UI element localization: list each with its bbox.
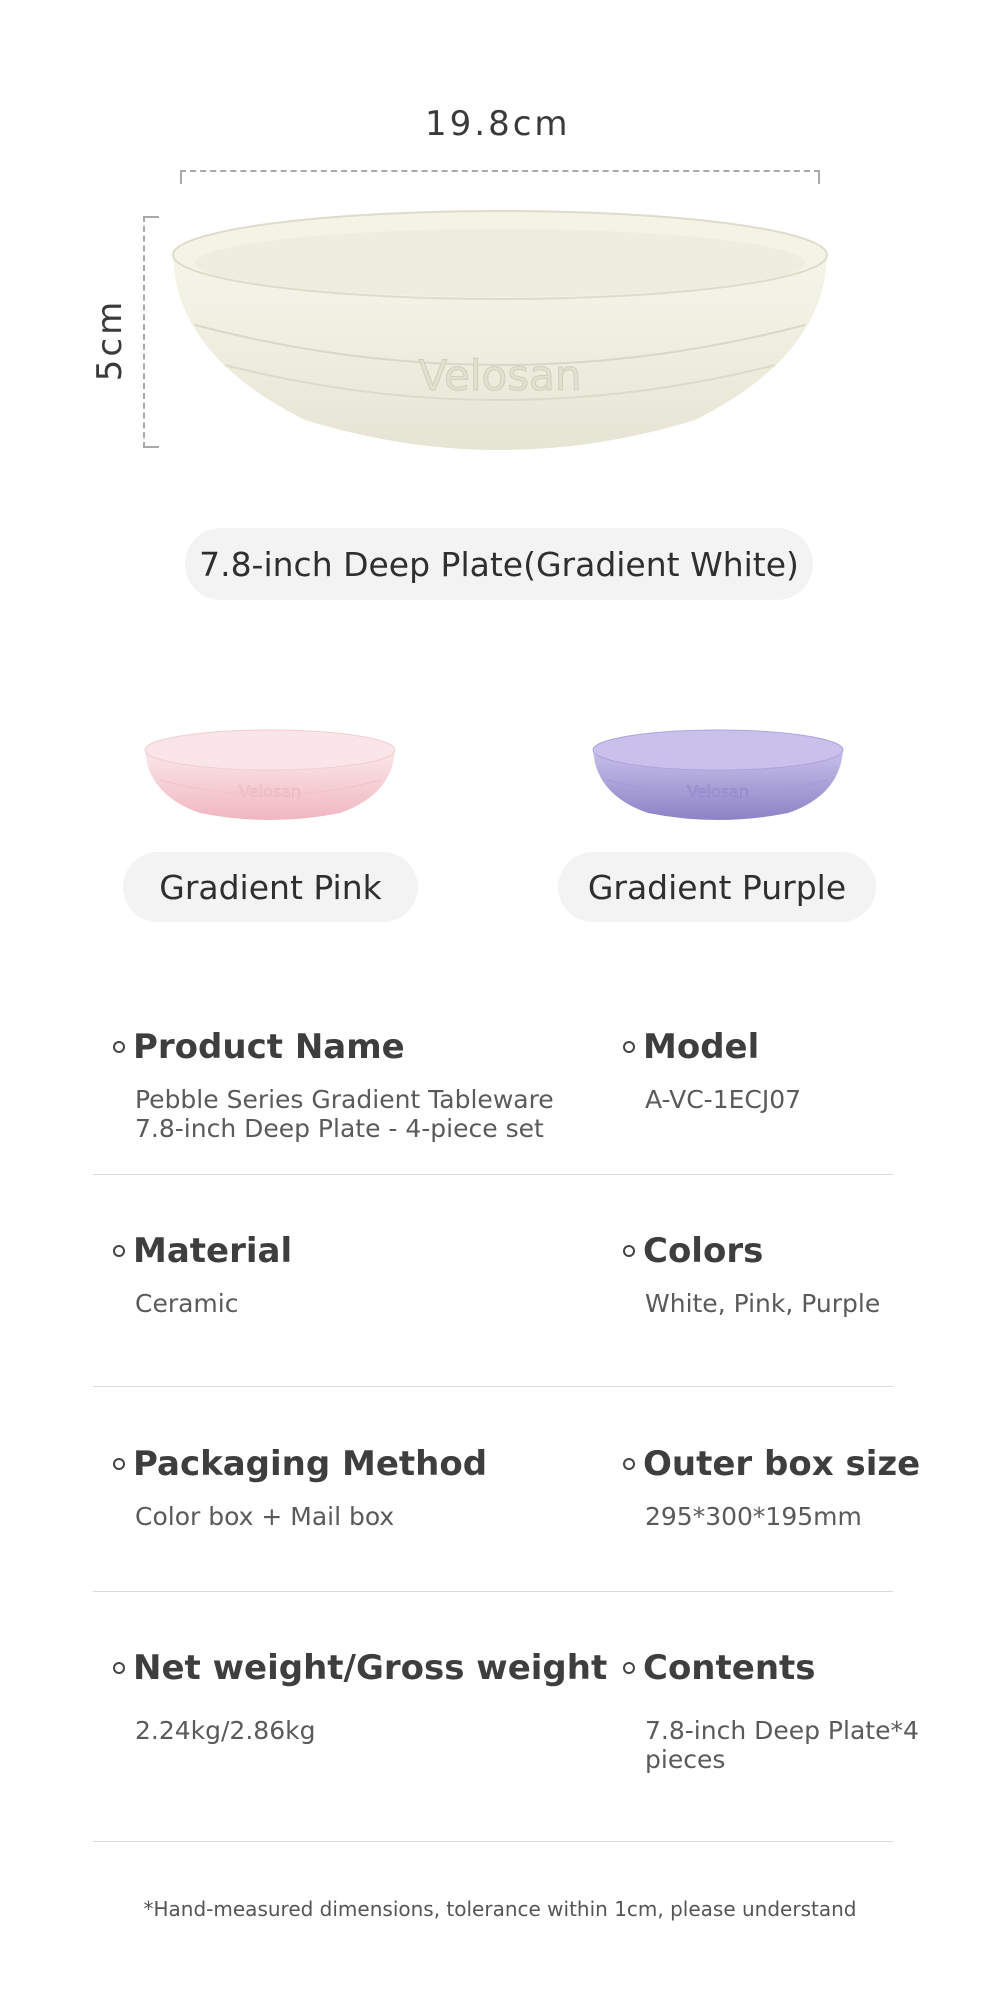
bullet-icon	[113, 1041, 125, 1053]
spec-colors: Colors White, Pink, Purple	[623, 1231, 880, 1318]
spec-label: Product Name	[133, 1027, 405, 1067]
spec-contents: Contents 7.8-inch Deep Plate*4 pieces	[623, 1648, 919, 1774]
bullet-icon	[623, 1041, 635, 1053]
svg-text:Velosan: Velosan	[239, 782, 301, 801]
white-plate-label: 7.8-inch Deep Plate(Gradient White)	[185, 528, 813, 600]
spec-label: Material	[133, 1231, 293, 1271]
spec-value: 295*300*195mm	[645, 1502, 862, 1531]
pink-plate-image: Velosan	[144, 729, 396, 820]
spec-material: Material Ceramic	[113, 1231, 292, 1318]
divider	[93, 1591, 893, 1592]
spec-label: Packaging Method	[133, 1444, 488, 1484]
svg-text:Velosan: Velosan	[687, 782, 749, 801]
svg-text:Velosan: Velosan	[419, 351, 582, 400]
bullet-icon	[623, 1662, 635, 1674]
spec-model: Model A-VC-1ECJ07	[623, 1027, 801, 1114]
divider	[93, 1386, 893, 1387]
spec-value: Pebble Series Gradient Tableware 7.8-inc…	[135, 1085, 554, 1143]
spec-value: 2.24kg/2.86kg	[135, 1716, 316, 1745]
spec-value: A-VC-1ECJ07	[645, 1085, 802, 1114]
purple-plate-image: Velosan	[592, 729, 844, 820]
width-dimension-label: 19.8cm	[425, 104, 571, 144]
width-dimension-line	[180, 170, 820, 184]
spec-label: Model	[643, 1027, 760, 1067]
spec-packaging-method: Packaging Method Color box + Mail box	[113, 1444, 487, 1531]
spec-label: Contents	[643, 1648, 816, 1688]
spec-value: White, Pink, Purple	[645, 1289, 881, 1318]
bullet-icon	[623, 1458, 635, 1470]
height-dimension-label: 5cm	[90, 298, 130, 382]
bullet-icon	[113, 1458, 125, 1470]
spec-label: Net weight/Gross weight	[133, 1648, 608, 1688]
spec-value: 7.8-inch Deep Plate*4 pieces	[645, 1716, 919, 1774]
measurement-footnote: *Hand-measured dimensions, tolerance wit…	[143, 1897, 857, 1921]
pink-plate-label: Gradient Pink	[123, 852, 418, 922]
bullet-icon	[113, 1245, 125, 1257]
spec-value: Color box + Mail box	[135, 1502, 395, 1531]
spec-weight: Net weight/Gross weight 2.24kg/2.86kg	[113, 1648, 607, 1745]
purple-plate-label: Gradient Purple	[558, 852, 876, 922]
spec-label: Colors	[643, 1231, 764, 1271]
white-deep-plate-image: Velosan	[172, 210, 828, 450]
spec-value: Ceramic	[135, 1289, 239, 1318]
bullet-icon	[623, 1245, 635, 1257]
height-dimension-line	[143, 216, 159, 448]
divider	[93, 1174, 893, 1175]
spec-label: Outer box size	[643, 1444, 921, 1484]
divider	[93, 1841, 893, 1842]
spec-product-name: Product Name Pebble Series Gradient Tabl…	[113, 1027, 554, 1143]
spec-outer-box-size: Outer box size 295*300*195mm	[623, 1444, 920, 1531]
bullet-icon	[113, 1662, 125, 1674]
